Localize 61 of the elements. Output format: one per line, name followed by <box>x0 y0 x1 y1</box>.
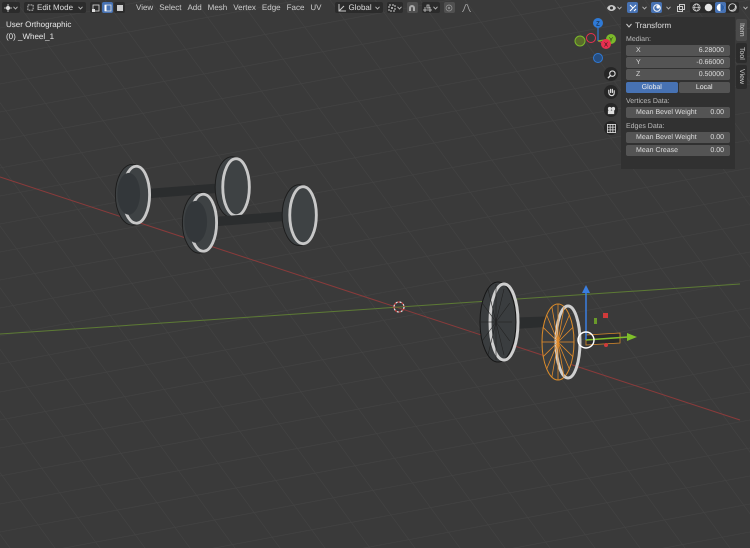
menu-item[interactable]: Vertex <box>230 2 259 13</box>
menu-item[interactable]: Edge <box>258 2 284 13</box>
axes-icon <box>338 4 346 12</box>
snap-increment-icon <box>423 4 432 12</box>
overlays-button[interactable] <box>651 2 662 13</box>
caret-icon <box>13 6 18 10</box>
camera-view-button[interactable] <box>604 103 618 117</box>
eye-icon <box>606 4 616 12</box>
overlays-icon <box>652 4 660 12</box>
caret-icon <box>78 6 83 10</box>
caret-icon <box>743 6 748 10</box>
shading-mode-button[interactable] <box>727 2 738 13</box>
mode-dropdown[interactable]: Edit Mode <box>24 2 86 13</box>
transform-gizmo-drawing <box>577 285 637 349</box>
pivot-icon <box>388 4 396 12</box>
menu-item[interactable]: View <box>133 2 156 13</box>
grid-icon <box>606 124 616 132</box>
orientation-dropdown[interactable]: Global <box>334 2 383 13</box>
visibility-button[interactable] <box>605 2 623 13</box>
magnifier-icon <box>606 70 616 78</box>
shading-mode-button[interactable] <box>703 2 714 13</box>
menu-item[interactable]: Add <box>184 2 205 13</box>
chevron-icon <box>626 22 632 28</box>
caret-icon <box>374 6 380 10</box>
menu-item[interactable]: UV <box>307 2 325 13</box>
shading-mode-button[interactable] <box>691 2 702 13</box>
select-mode-button[interactable] <box>102 2 113 13</box>
view-name: User Orthographic <box>6 20 72 29</box>
menu-item[interactable]: Face <box>284 2 308 13</box>
xray-button[interactable] <box>675 2 686 13</box>
menu-item[interactable]: Select <box>156 2 184 13</box>
proportional-edit-button[interactable] <box>444 2 455 13</box>
pan-button[interactable] <box>604 85 618 99</box>
mesh-icon <box>27 4 34 11</box>
select-mode-button[interactable] <box>90 2 101 13</box>
menu-item[interactable]: Mesh <box>204 2 230 13</box>
falloff-curve-icon <box>462 4 472 12</box>
shading-mode-button[interactable] <box>715 2 726 13</box>
caret-icon <box>396 6 402 10</box>
transform-panel-header[interactable]: Transform <box>626 19 730 31</box>
axes-icon <box>4 4 12 12</box>
caret-icon <box>642 6 647 10</box>
proportional-edit-icon <box>445 4 454 12</box>
caret-icon <box>433 6 438 10</box>
caret-icon <box>616 6 622 10</box>
camera-icon <box>606 106 616 114</box>
zoom-button[interactable] <box>604 67 618 81</box>
snap-target-button[interactable] <box>422 2 440 13</box>
editor-type-button[interactable] <box>2 2 20 13</box>
3d-cursor-icon <box>393 301 405 313</box>
grid-view-button[interactable] <box>604 121 618 135</box>
object-name: (0) _Wheel_1 <box>6 32 56 41</box>
select-mode-button[interactable] <box>114 2 125 13</box>
pivot-button[interactable] <box>386 2 403 13</box>
xray-icon <box>676 4 684 12</box>
gizmo-icon <box>628 4 636 12</box>
hand-icon <box>606 88 616 96</box>
gizmo-toggle-button[interactable] <box>627 2 638 13</box>
caret-icon <box>666 6 671 10</box>
snap-button[interactable] <box>406 2 418 13</box>
magnet-icon <box>408 4 416 12</box>
